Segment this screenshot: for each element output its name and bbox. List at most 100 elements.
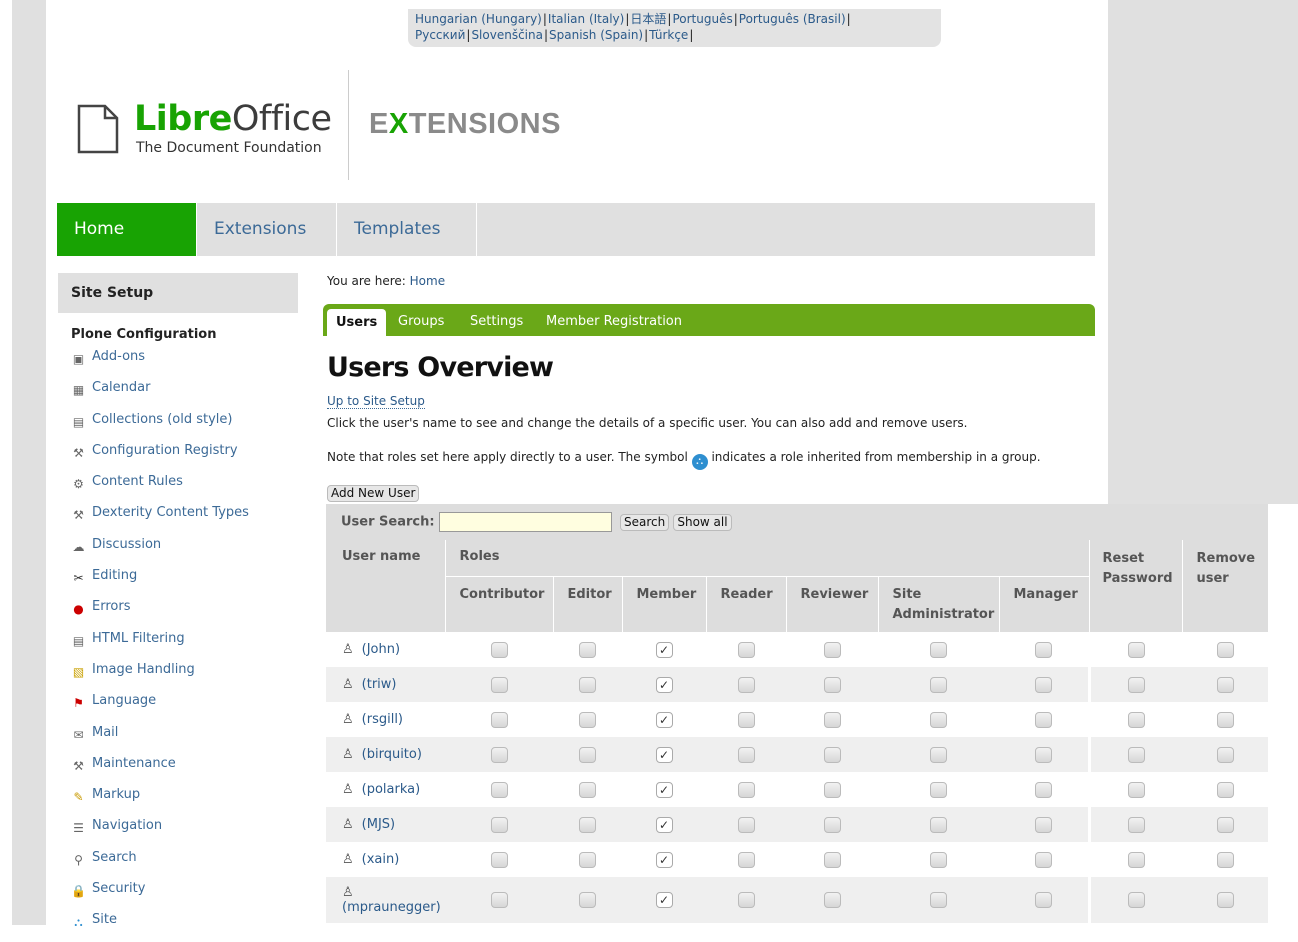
extensions-logo[interactable]: EXTENSIONS [369,108,561,141]
sidebar-item-language[interactable]: ⚑ Language [71,691,249,722]
role-checkbox-member[interactable]: ✓ [655,676,673,693]
sidebar-item-label[interactable]: Search [92,850,137,865]
role-checkbox-editor[interactable] [579,711,596,728]
reset-password-checkbox[interactable] [1127,641,1145,658]
sidebar-item-collections-old-style[interactable]: ▤ Collections (old style) [71,410,249,441]
reset-password-checkbox[interactable] [1127,711,1145,728]
sidebar-item-maintenance[interactable]: ⚒ Maintenance [71,754,249,785]
role-checkbox-contributor[interactable] [490,892,508,908]
sidebar-item-label[interactable]: Security [92,881,145,896]
sidebar-item-mail[interactable]: ✉ Mail [71,723,249,754]
tab-users[interactable]: Users [327,309,387,336]
role-checkbox-contributor[interactable] [490,676,508,693]
user-search-input[interactable] [438,512,612,532]
sidebar-item-site[interactable]: ⛬ Site [71,910,249,941]
language-link-1[interactable]: Italian (Italy) [548,12,624,26]
remove-user-checkbox[interactable] [1216,746,1234,763]
sidebar-item-configuration-registry[interactable]: ⚒ Configuration Registry [71,441,249,472]
remove-user-checkbox[interactable] [1216,711,1234,728]
sidebar-item-label[interactable]: Language [92,693,156,708]
role-checkbox-reviewer[interactable] [823,711,841,728]
user-name-link[interactable]: (triw) [362,677,397,692]
role-checkbox-reader[interactable] [737,676,755,693]
sidebar-item-label[interactable]: HTML Filtering [92,631,185,646]
role-checkbox-editor[interactable] [579,816,596,833]
show-all-button[interactable]: Show all [673,513,732,531]
remove-user-checkbox[interactable] [1216,641,1234,658]
sidebar-item-label[interactable]: Errors [92,599,130,614]
role-checkbox-contributor[interactable] [490,816,508,833]
role-checkbox-member[interactable]: ✓ [655,851,673,868]
sidebar-item-image-handling[interactable]: ▧ Image Handling [71,660,249,691]
role-checkbox-site-administrator[interactable] [930,746,947,763]
language-link-4[interactable]: Português (Brasil) [739,12,846,26]
language-link-7[interactable]: Spanish (Spain) [549,28,643,42]
user-name-link[interactable]: (birquito) [362,747,422,762]
sidebar-item-label[interactable]: Dexterity Content Types [92,505,249,520]
role-checkbox-site-administrator[interactable] [930,676,947,693]
sidebar-item-label[interactable]: Maintenance [92,756,176,771]
role-checkbox-member[interactable]: ✓ [655,641,673,658]
search-button[interactable]: Search [619,513,670,531]
sidebar-item-html-filtering[interactable]: ▤ HTML Filtering [71,629,249,660]
role-checkbox-editor[interactable] [579,781,596,798]
reset-password-checkbox[interactable] [1127,746,1145,763]
user-name-link[interactable]: (MJS) [362,817,395,832]
role-checkbox-reviewer[interactable] [823,746,841,763]
sidebar-item-discussion[interactable]: ☁ Discussion [71,535,249,566]
language-link-2[interactable]: 日本語 [630,12,666,26]
remove-user-checkbox[interactable] [1216,816,1234,833]
tab-member-registration[interactable]: Member Registration [546,304,682,336]
role-checkbox-reader[interactable] [737,892,755,908]
role-checkbox-manager[interactable] [1034,676,1052,693]
role-checkbox-contributor[interactable] [490,746,508,763]
role-checkbox-site-administrator[interactable] [930,851,947,868]
role-checkbox-member[interactable]: ✓ [655,892,673,908]
sidebar-item-security[interactable]: 🔒 Security [71,879,249,910]
sidebar-item-label[interactable]: Navigation [92,818,162,833]
role-checkbox-reviewer[interactable] [823,676,841,693]
role-checkbox-contributor[interactable] [490,641,508,658]
remove-user-checkbox[interactable] [1216,781,1234,798]
sidebar-item-add-ons[interactable]: ▣ Add-ons [71,347,249,378]
role-checkbox-reviewer[interactable] [823,641,841,658]
language-link-6[interactable]: Slovenščina [471,28,543,42]
reset-password-checkbox[interactable] [1127,781,1145,798]
role-checkbox-site-administrator[interactable] [930,711,947,728]
role-checkbox-member[interactable]: ✓ [655,781,673,798]
sidebar-item-navigation[interactable]: ☰ Navigation [71,816,249,847]
role-checkbox-reviewer[interactable] [823,892,841,908]
role-checkbox-reviewer[interactable] [823,781,841,798]
sidebar-item-editing[interactable]: ✂ Editing [71,566,249,597]
role-checkbox-manager[interactable] [1034,816,1052,833]
role-checkbox-site-administrator[interactable] [930,816,947,833]
site-setup-header[interactable]: Site Setup [58,273,298,313]
sidebar-item-label[interactable]: Calendar [92,380,150,395]
sidebar-item-label[interactable]: Content Rules [92,474,183,489]
role-checkbox-contributor[interactable] [490,711,508,728]
breadcrumb-home[interactable]: Home [410,274,445,288]
sidebar-item-label[interactable]: Add-ons [92,349,145,364]
role-checkbox-editor[interactable] [579,641,596,658]
up-to-site-setup-link[interactable]: Up to Site Setup [327,394,425,409]
role-checkbox-reader[interactable] [737,781,755,798]
role-checkbox-reader[interactable] [737,711,755,728]
sidebar-item-calendar[interactable]: ▦ Calendar [71,378,249,409]
role-checkbox-manager[interactable] [1034,851,1052,868]
sidebar-item-errors[interactable]: ● Errors [71,597,249,628]
user-name-link[interactable]: (rsgill) [362,712,403,727]
sidebar-item-label[interactable]: Site [92,912,117,927]
role-checkbox-editor[interactable] [579,746,596,763]
language-link-5[interactable]: Русский [415,28,465,42]
role-checkbox-site-administrator[interactable] [930,892,947,908]
role-checkbox-reader[interactable] [737,816,755,833]
user-name-link[interactable]: (John) [362,642,400,657]
nav-templates[interactable]: Templates [337,203,477,256]
sidebar-item-label[interactable]: Collections (old style) [92,412,232,427]
role-checkbox-manager[interactable] [1034,711,1052,728]
reset-password-checkbox[interactable] [1127,851,1145,868]
sidebar-item-label[interactable]: Image Handling [92,662,195,677]
tab-groups[interactable]: Groups [398,304,444,336]
tab-settings[interactable]: Settings [470,304,523,336]
language-link-8[interactable]: Türkçe [649,28,688,42]
